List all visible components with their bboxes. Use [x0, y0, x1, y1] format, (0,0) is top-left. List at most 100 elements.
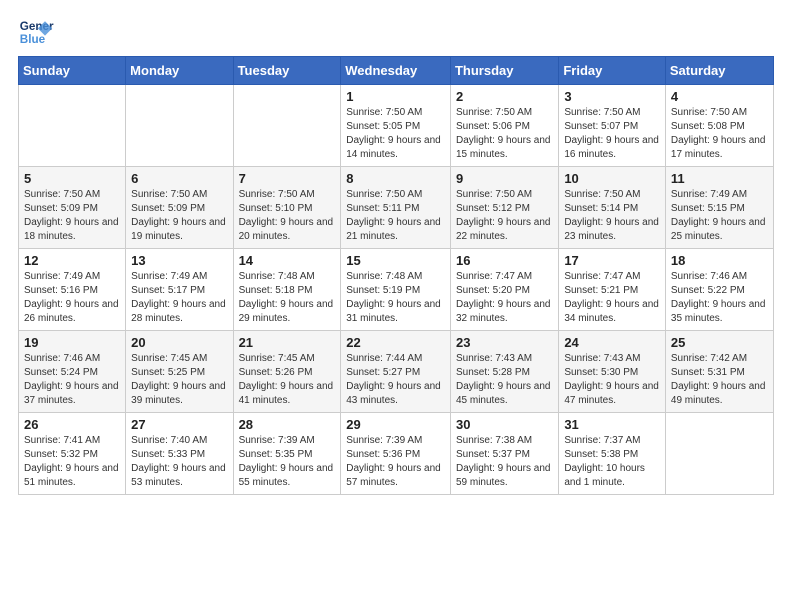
- day-cell: 22 Sunrise: 7:44 AMSunset: 5:27 PMDayligh…: [341, 331, 451, 413]
- day-info: Sunrise: 7:46 AMSunset: 5:22 PMDaylight:…: [671, 270, 768, 326]
- day-info: Sunrise: 7:44 AMSunset: 5:27 PMDaylight:…: [346, 352, 445, 408]
- day-number: 11: [671, 171, 768, 186]
- week-row-0: 1 Sunrise: 7:50 AMSunset: 5:05 PMDaylight…: [19, 85, 774, 167]
- weekday-header-wednesday: Wednesday: [341, 57, 451, 85]
- day-number: 3: [564, 89, 660, 104]
- day-number: 27: [131, 417, 227, 432]
- day-cell: 29Sunrise: 7:39 AMSunset: 5:36 PMDayligh…: [341, 413, 451, 495]
- day-cell: 9 Sunrise: 7:50 AMSunset: 5:12 PMDaylight…: [450, 167, 558, 249]
- day-number: 4: [671, 89, 768, 104]
- day-info: Sunrise: 7:50 AMSunset: 5:11 PMDaylight:…: [346, 188, 445, 244]
- week-row-4: 26Sunrise: 7:41 AMSunset: 5:32 PMDayligh…: [19, 413, 774, 495]
- day-number: 16: [456, 253, 553, 268]
- day-info: Sunrise: 7:50 AMSunset: 5:12 PMDaylight:…: [456, 188, 553, 244]
- day-info: Sunrise: 7:42 AMSunset: 5:31 PMDaylight:…: [671, 352, 768, 408]
- day-cell: [665, 413, 773, 495]
- day-cell: 25 Sunrise: 7:42 AMSunset: 5:31 PMDayligh…: [665, 331, 773, 413]
- day-cell: 11 Sunrise: 7:49 AMSunset: 5:15 PMDayligh…: [665, 167, 773, 249]
- day-cell: 28 Sunrise: 7:39 AMSunset: 5:35 PMDayligh…: [233, 413, 341, 495]
- day-cell: 2 Sunrise: 7:50 AMSunset: 5:06 PMDaylight…: [450, 85, 558, 167]
- day-number: 28: [239, 417, 336, 432]
- day-info: Sunrise: 7:50 AMSunset: 5:09 PMDaylight:…: [131, 188, 227, 244]
- day-number: 25: [671, 335, 768, 350]
- day-info: Sunrise: 7:50 AMSunset: 5:14 PMDaylight:…: [564, 188, 660, 244]
- weekday-header-friday: Friday: [559, 57, 666, 85]
- day-cell: 1 Sunrise: 7:50 AMSunset: 5:05 PMDaylight…: [341, 85, 451, 167]
- day-cell: 8 Sunrise: 7:50 AMSunset: 5:11 PMDaylight…: [341, 167, 451, 249]
- day-number: 17: [564, 253, 660, 268]
- day-cell: 21Sunrise: 7:45 AMSunset: 5:26 PMDayligh…: [233, 331, 341, 413]
- day-info: Sunrise: 7:37 AMSunset: 5:38 PMDaylight:…: [564, 434, 660, 490]
- day-info: Sunrise: 7:49 AMSunset: 5:17 PMDaylight:…: [131, 270, 227, 326]
- logo-icon: General Blue: [18, 14, 54, 50]
- day-info: Sunrise: 7:45 AMSunset: 5:25 PMDaylight:…: [131, 352, 227, 408]
- day-info: Sunrise: 7:46 AMSunset: 5:24 PMDaylight:…: [24, 352, 120, 408]
- day-number: 24: [564, 335, 660, 350]
- day-info: Sunrise: 7:38 AMSunset: 5:37 PMDaylight:…: [456, 434, 553, 490]
- day-number: 29: [346, 417, 445, 432]
- weekday-header-thursday: Thursday: [450, 57, 558, 85]
- day-info: Sunrise: 7:49 AMSunset: 5:15 PMDaylight:…: [671, 188, 768, 244]
- day-number: 30: [456, 417, 553, 432]
- day-cell: 6 Sunrise: 7:50 AMSunset: 5:09 PMDaylight…: [126, 167, 233, 249]
- day-info: Sunrise: 7:43 AMSunset: 5:30 PMDaylight:…: [564, 352, 660, 408]
- day-number: 13: [131, 253, 227, 268]
- calendar-page: General Blue SundayMondayTuesdayWednesda…: [0, 0, 792, 612]
- day-number: 7: [239, 171, 336, 186]
- day-cell: 7Sunrise: 7:50 AMSunset: 5:10 PMDaylight…: [233, 167, 341, 249]
- day-info: Sunrise: 7:50 AMSunset: 5:06 PMDaylight:…: [456, 106, 553, 162]
- day-cell: 23Sunrise: 7:43 AMSunset: 5:28 PMDayligh…: [450, 331, 558, 413]
- day-number: 18: [671, 253, 768, 268]
- day-cell: 13 Sunrise: 7:49 AMSunset: 5:17 PMDayligh…: [126, 249, 233, 331]
- day-number: 19: [24, 335, 120, 350]
- day-number: 31: [564, 417, 660, 432]
- day-cell: 19 Sunrise: 7:46 AMSunset: 5:24 PMDayligh…: [19, 331, 126, 413]
- week-row-1: 5 Sunrise: 7:50 AMSunset: 5:09 PMDaylight…: [19, 167, 774, 249]
- day-info: Sunrise: 7:50 AMSunset: 5:08 PMDaylight:…: [671, 106, 768, 162]
- day-cell: 16 Sunrise: 7:47 AMSunset: 5:20 PMDayligh…: [450, 249, 558, 331]
- day-cell: 27 Sunrise: 7:40 AMSunset: 5:33 PMDayligh…: [126, 413, 233, 495]
- weekday-header-monday: Monday: [126, 57, 233, 85]
- day-info: Sunrise: 7:39 AMSunset: 5:35 PMDaylight:…: [239, 434, 336, 490]
- weekday-header-row: SundayMondayTuesdayWednesdayThursdayFrid…: [19, 57, 774, 85]
- day-info: Sunrise: 7:50 AMSunset: 5:09 PMDaylight:…: [24, 188, 120, 244]
- day-number: 6: [131, 171, 227, 186]
- day-number: 22: [346, 335, 445, 350]
- week-row-3: 19 Sunrise: 7:46 AMSunset: 5:24 PMDayligh…: [19, 331, 774, 413]
- day-number: 1: [346, 89, 445, 104]
- day-number: 21: [239, 335, 336, 350]
- day-cell: 31 Sunrise: 7:37 AMSunset: 5:38 PMDayligh…: [559, 413, 666, 495]
- day-cell: [126, 85, 233, 167]
- day-cell: 18 Sunrise: 7:46 AMSunset: 5:22 PMDayligh…: [665, 249, 773, 331]
- day-cell: [19, 85, 126, 167]
- day-cell: 26Sunrise: 7:41 AMSunset: 5:32 PMDayligh…: [19, 413, 126, 495]
- day-number: 9: [456, 171, 553, 186]
- day-cell: [233, 85, 341, 167]
- day-cell: 10 Sunrise: 7:50 AMSunset: 5:14 PMDayligh…: [559, 167, 666, 249]
- day-number: 8: [346, 171, 445, 186]
- day-cell: 17Sunrise: 7:47 AMSunset: 5:21 PMDayligh…: [559, 249, 666, 331]
- header: General Blue: [18, 10, 774, 50]
- day-cell: 20Sunrise: 7:45 AMSunset: 5:25 PMDayligh…: [126, 331, 233, 413]
- calendar-table: SundayMondayTuesdayWednesdayThursdayFrid…: [18, 56, 774, 495]
- weekday-header-sunday: Sunday: [19, 57, 126, 85]
- day-info: Sunrise: 7:47 AMSunset: 5:20 PMDaylight:…: [456, 270, 553, 326]
- day-number: 14: [239, 253, 336, 268]
- day-number: 12: [24, 253, 120, 268]
- day-cell: 5 Sunrise: 7:50 AMSunset: 5:09 PMDaylight…: [19, 167, 126, 249]
- day-number: 10: [564, 171, 660, 186]
- day-cell: 30 Sunrise: 7:38 AMSunset: 5:37 PMDayligh…: [450, 413, 558, 495]
- day-info: Sunrise: 7:48 AMSunset: 5:19 PMDaylight:…: [346, 270, 445, 326]
- svg-text:Blue: Blue: [20, 33, 46, 46]
- day-info: Sunrise: 7:49 AMSunset: 5:16 PMDaylight:…: [24, 270, 120, 326]
- day-info: Sunrise: 7:48 AMSunset: 5:18 PMDaylight:…: [239, 270, 336, 326]
- weekday-header-tuesday: Tuesday: [233, 57, 341, 85]
- day-number: 5: [24, 171, 120, 186]
- day-number: 2: [456, 89, 553, 104]
- logo: General Blue: [18, 14, 54, 50]
- day-info: Sunrise: 7:50 AMSunset: 5:05 PMDaylight:…: [346, 106, 445, 162]
- weekday-header-saturday: Saturday: [665, 57, 773, 85]
- day-info: Sunrise: 7:40 AMSunset: 5:33 PMDaylight:…: [131, 434, 227, 490]
- day-number: 15: [346, 253, 445, 268]
- day-cell: 4 Sunrise: 7:50 AMSunset: 5:08 PMDaylight…: [665, 85, 773, 167]
